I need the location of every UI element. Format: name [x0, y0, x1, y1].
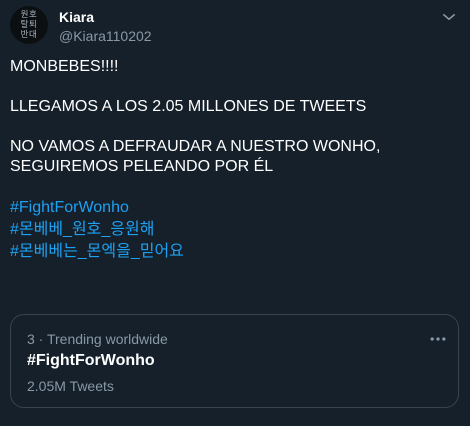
more-horizontal-icon[interactable] [428, 329, 448, 349]
tweet-text: MONBEBES!!!! LLEGAMOS A LOS 2.05 MILLONE… [10, 57, 460, 263]
trend-tweet-count: 2.05M Tweets [27, 378, 114, 394]
avatar-text-line: 탈퇴 [20, 20, 38, 30]
trend-name: #FightForWonho [27, 352, 155, 369]
tweet: 원호 탈퇴 반대 Kiara @Kiara110202 MONBEBES!!!!… [0, 0, 470, 426]
display-name[interactable]: Kiara [59, 9, 94, 25]
avatar-text-line: 반대 [20, 30, 38, 40]
trend-meta: 3 · Trending worldwide [27, 331, 168, 347]
hashtag-link[interactable]: #몬베베_원호_응원해 [10, 219, 460, 241]
user-handle[interactable]: @Kiara110202 [59, 28, 152, 44]
avatar-text-line: 원호 [20, 10, 38, 20]
tweet-line: MONBEBES!!!! [10, 58, 119, 75]
tweet-line: LLEGAMOS A LOS 2.05 MILLONES DE TWEETS [10, 98, 367, 115]
avatar[interactable]: 원호 탈퇴 반대 [10, 6, 48, 44]
trend-card[interactable]: 3 · Trending worldwide #FightForWonho 2.… [10, 314, 459, 408]
chevron-down-icon[interactable] [440, 8, 458, 26]
hashtag-link[interactable]: #몬베베는_몬엑을_믿어요 [10, 241, 460, 263]
tweet-line: NO VAMOS A DEFRAUDAR A NUESTRO WONHO, SE… [10, 138, 381, 175]
hashtag-link[interactable]: #FightForWonho [10, 197, 460, 219]
